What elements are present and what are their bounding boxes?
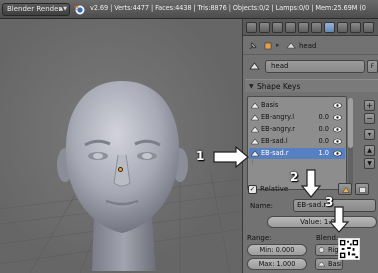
- arrow-3-icon: [328, 206, 350, 233]
- qr-code-icon: [338, 238, 360, 260]
- tutorial-annotation-arrows: [213, 145, 350, 233]
- annotation-1: 1: [196, 149, 205, 163]
- annotation-3: 3: [325, 195, 334, 209]
- annotation-2: 2: [290, 170, 299, 184]
- arrow-2-icon: [300, 169, 322, 198]
- arrow-1-icon: [213, 145, 249, 169]
